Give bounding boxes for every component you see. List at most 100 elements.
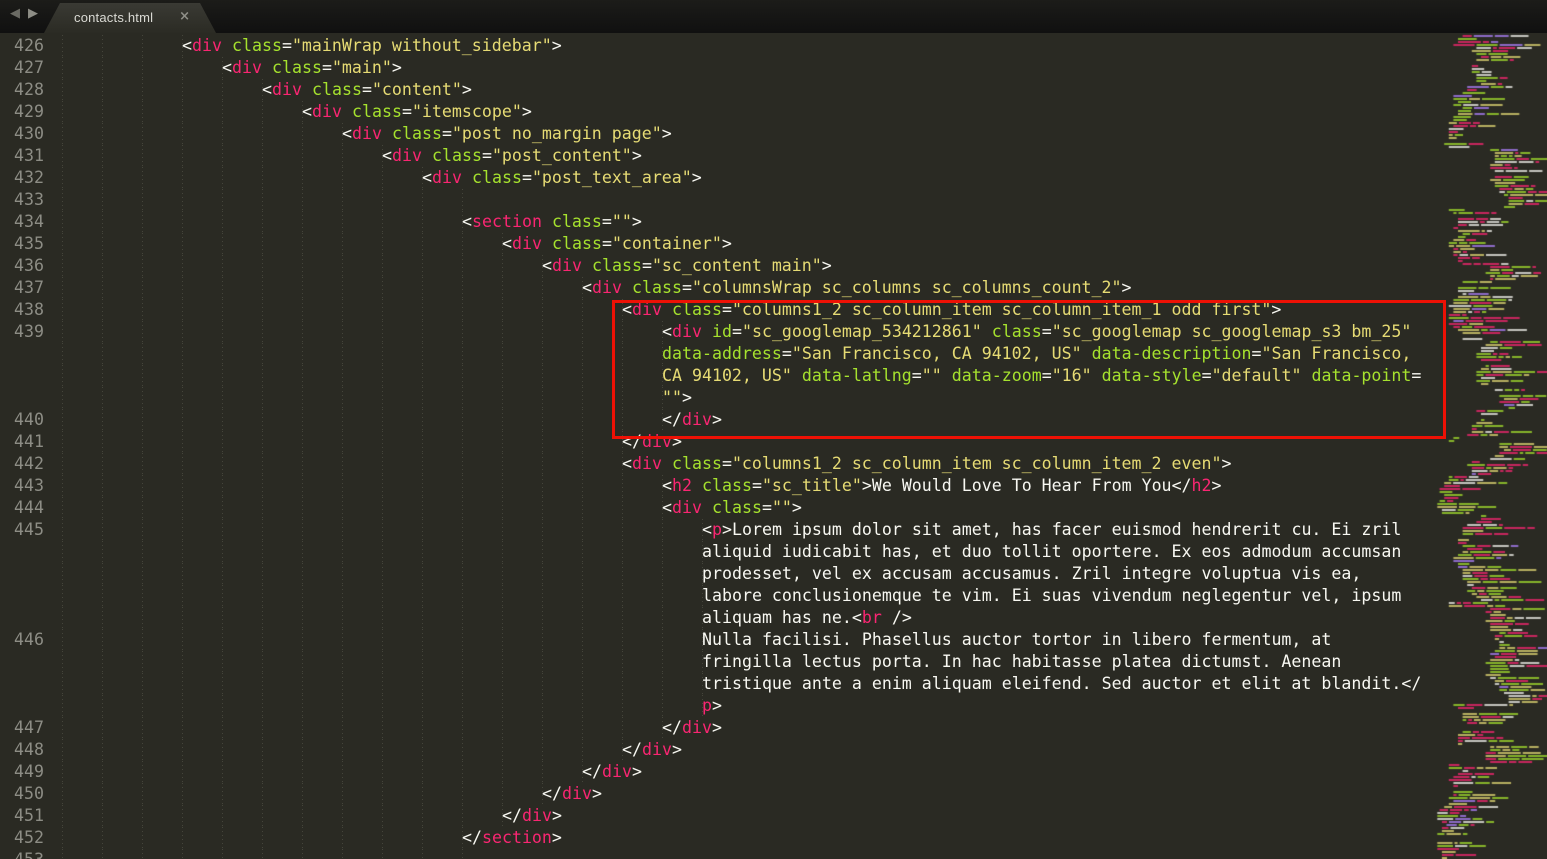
indent-guide [382,717,383,739]
indent-guide [382,211,383,233]
code-text: fringilla lectus porta. In hac habitasse… [702,651,1341,673]
indent-guide [102,585,103,607]
indent-guide [102,629,103,651]
indent-guide [462,783,463,805]
code-text: </div> [542,783,602,805]
code-text: prodesset, vel ex accusam accusamus. Zri… [702,563,1361,585]
indent-guide [582,739,583,761]
indent-guide [382,827,383,849]
indent-guide [382,387,383,409]
indent-guide [102,123,103,145]
indent-guide [382,453,383,475]
indent-guide [262,167,263,189]
indent-guide [142,211,143,233]
indent-guide [302,673,303,695]
code-text: <div class="post_text_area"> [422,167,702,189]
indent-guide [582,475,583,497]
indent-guide [502,651,503,673]
indent-guide [222,827,223,849]
code-text: <div class="sc_content main"> [542,255,832,277]
indent-guide [262,145,263,167]
indent-guide [102,35,103,57]
indent-guide [582,541,583,563]
indent-guide [302,167,303,189]
indent-guide [302,431,303,453]
close-icon[interactable]: × [179,9,190,24]
indent-guide [182,79,183,101]
indent-guide [182,387,183,409]
nav-back-icon[interactable]: ◀ [10,7,20,21]
code-editor-area[interactable]: 426<div class="mainWrap without_sidebar"… [0,33,1435,859]
code-row: 426<div class="mainWrap without_sidebar"… [0,35,1435,57]
indent-guide [102,827,103,849]
indent-guide [622,695,623,717]
indent-guide [502,629,503,651]
indent-guide [422,211,423,233]
indent-guide [582,519,583,541]
indent-guide [222,739,223,761]
line-number: 451 [0,805,44,827]
indent-guide [302,585,303,607]
indent-guide [142,739,143,761]
indent-guide [422,321,423,343]
indent-guide [262,761,263,783]
indent-guide [582,563,583,585]
indent-guide [462,717,463,739]
indent-guide [302,497,303,519]
indent-guide [342,761,343,783]
nav-forward-icon[interactable]: ▶ [28,7,38,21]
indent-guide [102,519,103,541]
line-number: 441 [0,431,44,453]
indent-guide [62,343,63,365]
code-text: ""> [662,387,692,409]
indent-guide [62,827,63,849]
indent-guide [222,365,223,387]
indent-guide [182,717,183,739]
indent-guide [542,321,543,343]
indent-guide [462,585,463,607]
indent-guide [102,739,103,761]
indent-guide [62,409,63,431]
code-text: </section> [462,827,562,849]
code-row: 437<div class="columnsWrap sc_columns sc… [0,277,1435,299]
indent-guide [302,607,303,629]
code-text: p> [702,695,722,717]
line-number: 427 [0,57,44,79]
indent-guide [502,739,503,761]
indent-guide [142,497,143,519]
indent-guide [302,563,303,585]
indent-guide [542,365,543,387]
indent-guide [62,519,63,541]
indent-guide [62,365,63,387]
indent-guide [182,805,183,827]
code-row: 427<div class="main"> [0,57,1435,79]
indent-guide [62,651,63,673]
indent-guide [102,167,103,189]
code-row: 443<h2 class="sc_title">We Would Love To… [0,475,1435,497]
indent-guide [662,695,663,717]
indent-guide [142,541,143,563]
indent-guide [422,761,423,783]
indent-guide [102,695,103,717]
code-text: </div> [622,739,682,761]
tab-contacts-html[interactable]: contacts.html × [44,3,216,33]
indent-guide [262,497,263,519]
indent-guide [342,497,343,519]
indent-guide [302,651,303,673]
indent-guide [622,563,623,585]
indent-guide [422,431,423,453]
indent-guide [262,189,263,211]
indent-guide [382,299,383,321]
indent-guide [542,497,543,519]
indent-guide [462,365,463,387]
indent-guide [342,585,343,607]
indent-guide [222,79,223,101]
indent-guide [342,211,343,233]
code-text: <div class="content"> [262,79,472,101]
indent-guide [182,827,183,849]
line-number: 444 [0,497,44,519]
minimap[interactable] [1435,33,1547,859]
indent-guide [182,585,183,607]
indent-guide [342,343,343,365]
code-row: 453 [0,849,1435,859]
